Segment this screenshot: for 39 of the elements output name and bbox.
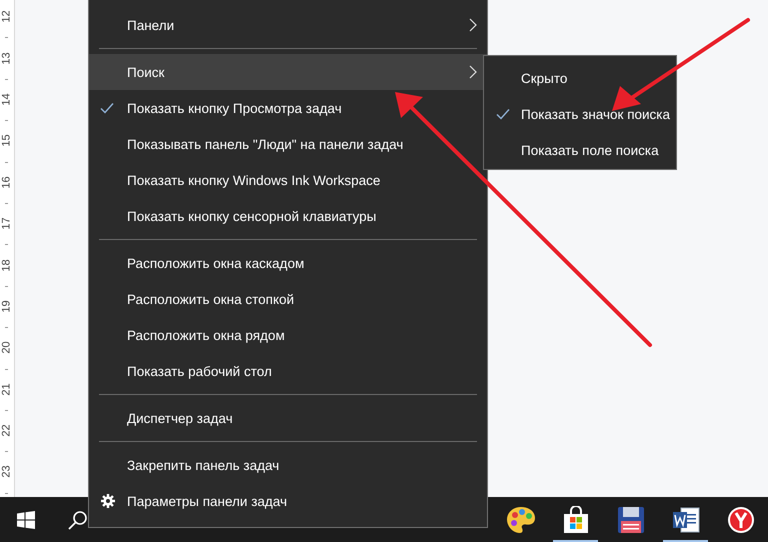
- browser-icon: [726, 506, 754, 534]
- windows-logo-icon: [17, 510, 35, 528]
- submenu-item[interactable]: Показать значок поиска: [484, 96, 676, 132]
- menu-item[interactable]: Закрепить панель задач: [89, 447, 487, 483]
- menu-item[interactable]: Показывать панель "Люди" на панели задач: [89, 126, 487, 162]
- palette-icon: [506, 506, 536, 534]
- menu-item[interactable]: Показать кнопку сенсорной клавиатуры: [89, 198, 487, 234]
- menu-item[interactable]: Параметры панели задач: [89, 483, 487, 519]
- ruler-number: 12: [2, 10, 12, 23]
- search-icon: [68, 510, 88, 530]
- ruler-number: 14: [2, 93, 12, 106]
- submenu-item[interactable]: Скрыто: [484, 60, 676, 96]
- submenu-item[interactable]: Показать поле поиска: [484, 132, 676, 168]
- chevron-right-icon: [469, 18, 477, 32]
- menu-item[interactable]: Поиск: [89, 54, 487, 90]
- menu-item[interactable]: Расположить окна каскадом: [89, 245, 487, 281]
- checkmark-icon: [496, 108, 510, 120]
- menu-item[interactable]: Панели: [89, 7, 487, 43]
- document-icon: [672, 506, 700, 534]
- ruler-number: 22: [2, 424, 12, 437]
- menu-item[interactable]: Показать рабочий стол: [89, 353, 487, 389]
- checkmark-icon: [100, 102, 114, 114]
- ruler-number: 18: [2, 258, 12, 272]
- menu-item[interactable]: Диспетчер задач: [89, 400, 487, 436]
- gear-icon: [101, 494, 115, 508]
- menu-item[interactable]: Расположить окна рядом: [89, 317, 487, 353]
- shopping-bag-icon: [562, 506, 590, 534]
- menu-item[interactable]: Расположить окна стопкой: [89, 281, 487, 317]
- ruler-number: 13: [2, 52, 12, 64]
- ruler-number: 15: [2, 134, 12, 147]
- ruler-number: 21: [2, 383, 12, 396]
- chevron-right-icon: [469, 65, 477, 79]
- menu-item[interactable]: Показать кнопку Windows Ink Workspace: [89, 162, 487, 198]
- ruler-number: 23: [2, 466, 12, 478]
- menu-item[interactable]: Показать кнопку Просмотра задач: [89, 90, 487, 126]
- ruler-number: 17: [2, 218, 12, 230]
- ruler-number: 19: [2, 300, 12, 313]
- ruler-number: 20: [2, 342, 12, 354]
- ruler-number: 16: [2, 176, 12, 188]
